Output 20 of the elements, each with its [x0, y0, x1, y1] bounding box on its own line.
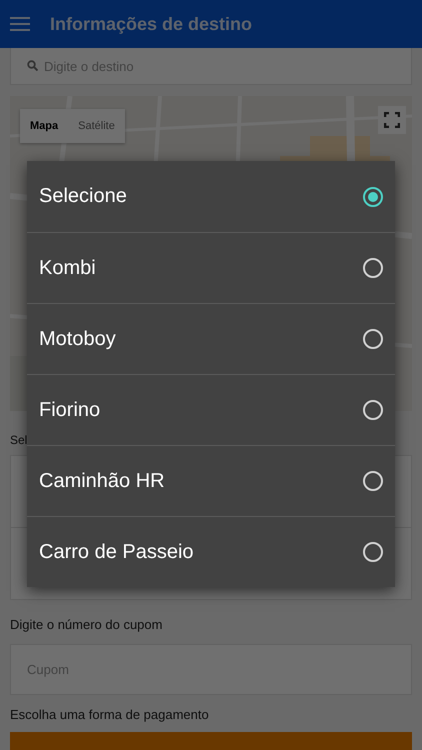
search-icon: [27, 60, 38, 71]
screen-title: Informações de destino: [50, 14, 252, 34]
option-label[interactable]: Selecione: [39, 185, 127, 208]
radio-button[interactable]: [363, 471, 383, 491]
fullscreen-button[interactable]: [378, 106, 406, 134]
option-label[interactable]: Motoboy: [39, 328, 116, 350]
option-label[interactable]: Fiorino: [39, 398, 100, 422]
fullscreen-icon: [384, 112, 400, 128]
option-label[interactable]: Carro de Passeio: [39, 540, 194, 564]
map-type-button[interactable]: Mapa: [20, 109, 68, 143]
vehicle-label: Sel: [10, 433, 28, 447]
radio-button[interactable]: [363, 400, 383, 420]
radio-button[interactable]: [363, 542, 383, 562]
radio-button[interactable]: [363, 258, 383, 278]
radio-button[interactable]: [363, 329, 383, 349]
radio-button[interactable]: [363, 186, 383, 206]
payment-label: Escolha uma forma de pagamento: [10, 707, 210, 722]
option-label[interactable]: Kombi: [39, 256, 96, 280]
option-label[interactable]: Caminhão HR: [39, 470, 165, 492]
coupon-label: Digite o número do cupom: [10, 617, 164, 632]
